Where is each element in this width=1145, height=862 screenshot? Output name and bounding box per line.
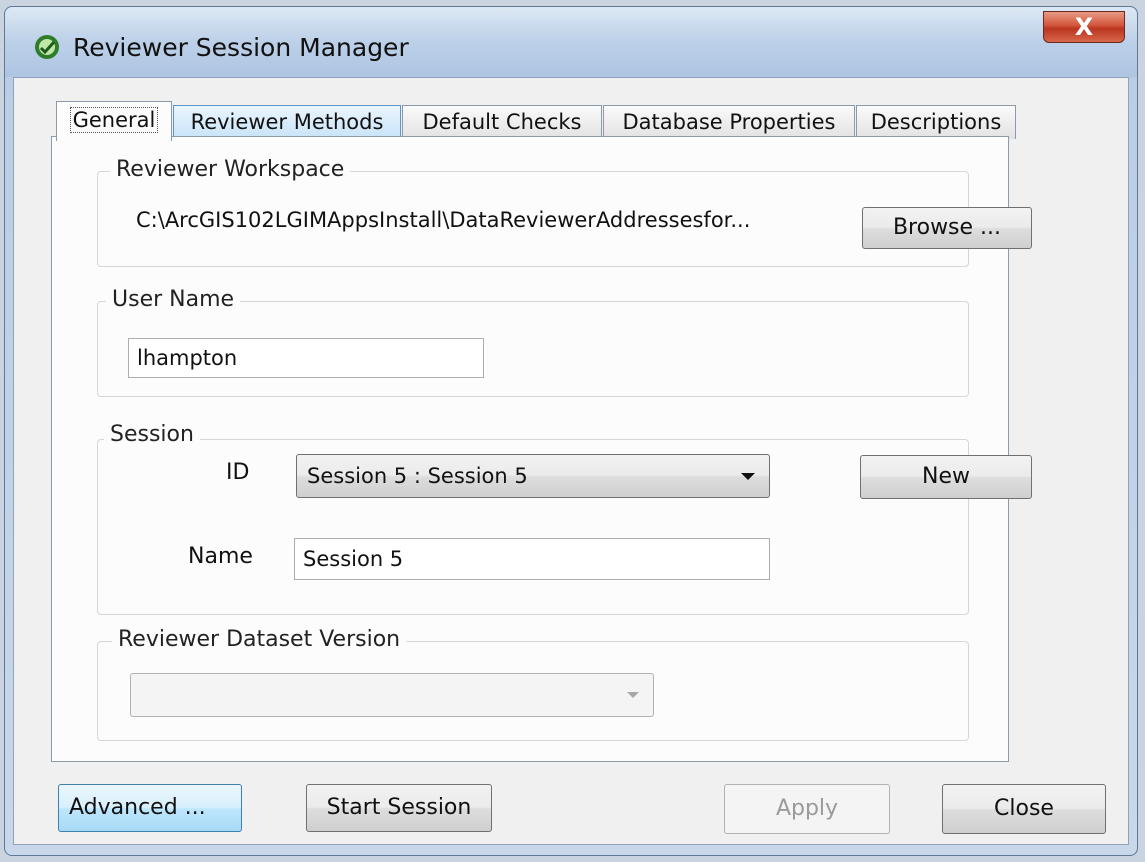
general-tab-panel: Reviewer Workspace C:\ArcGIS102LGIMAppsI… [51, 136, 1032, 762]
close-window-button[interactable]: X [1043, 11, 1125, 43]
window-title: Reviewer Session Manager [73, 33, 409, 62]
session-id-label: ID [226, 460, 250, 485]
tab-default-checks[interactable]: Default Checks [402, 105, 602, 139]
dialog-client-area: General Reviewer Methods Default Checks … [13, 77, 1129, 845]
tab-reviewer-methods[interactable]: Reviewer Methods [173, 105, 401, 139]
workspace-legend: Reviewer Workspace [110, 157, 351, 182]
chevron-down-icon [627, 692, 639, 698]
session-name-input[interactable]: Session 5 [294, 538, 770, 580]
data-reviewer-icon [35, 35, 59, 59]
dataset-version-legend: Reviewer Dataset Version [112, 627, 407, 652]
browse-button[interactable]: Browse ... [862, 207, 1032, 249]
advanced-button[interactable]: Advanced ... [58, 784, 242, 832]
session-legend: Session [104, 422, 200, 447]
user-name-input[interactable]: lhampton [128, 338, 484, 378]
session-id-dropdown[interactable]: Session 5 : Session 5 [296, 454, 770, 498]
session-name-label: Name [188, 544, 253, 569]
tab-descriptions[interactable]: Descriptions [856, 105, 1016, 139]
user-name-legend: User Name [106, 287, 241, 312]
tab-database-properties[interactable]: Database Properties [603, 105, 855, 139]
chevron-down-icon [741, 473, 755, 480]
start-session-button[interactable]: Start Session [306, 784, 492, 832]
title-bar[interactable]: Reviewer Session Manager X [5, 7, 1137, 77]
workspace-path: C:\ArcGIS102LGIMAppsInstall\DataReviewer… [136, 208, 751, 232]
tab-general[interactable]: General [56, 101, 172, 141]
session-manager-window: Reviewer Session Manager X General Revie… [4, 6, 1138, 856]
new-session-button[interactable]: New [860, 455, 1032, 499]
dataset-version-dropdown[interactable] [130, 673, 654, 717]
close-button[interactable]: Close [942, 784, 1106, 834]
apply-button[interactable]: Apply [724, 784, 890, 834]
session-id-value: Session 5 : Session 5 [307, 464, 528, 488]
